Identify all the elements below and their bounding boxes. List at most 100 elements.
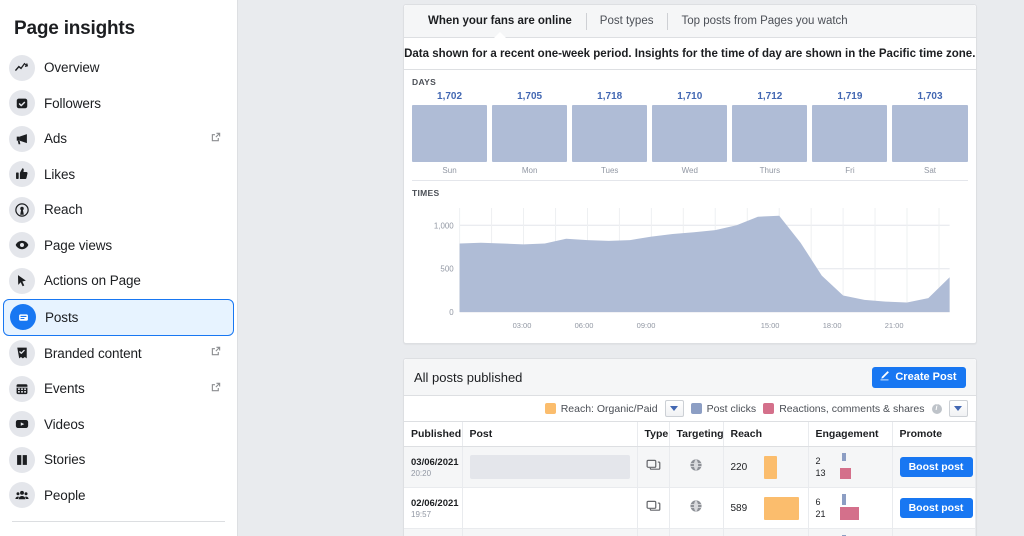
reach-value: 589	[730, 502, 748, 514]
sidebar-item-overview[interactable]: Overview	[3, 50, 234, 86]
day-bar	[412, 105, 488, 162]
tab-when-your-fans-are-online[interactable]: When your fans are online	[414, 5, 586, 39]
sidebar-item-ads[interactable]: Ads	[3, 121, 234, 157]
column-header-post[interactable]: Post	[462, 422, 638, 447]
all-posts-card: All posts published Create Post Reach: O…	[403, 358, 977, 536]
table-row[interactable]: 02/06/2021 19:57 589 6 21 Boost post	[404, 487, 976, 529]
page-insights-screen: Page insights Overview Followers Ads Likes R…	[0, 0, 1024, 536]
globe-icon	[689, 458, 703, 476]
post-clicks-value: 2	[815, 455, 821, 466]
main-content: When your fans are online Post types Top p…	[238, 0, 1024, 536]
tab-bar: When your fans are online Post types Top p…	[404, 5, 976, 39]
sidebar-item-page-views[interactable]: Page views	[3, 228, 234, 264]
external-link-icon	[210, 344, 222, 362]
reactions-bar	[839, 468, 851, 479]
table-row[interactable]: 03/06/2021 20:20 220 2 13 Boost post	[404, 446, 976, 488]
tab-post-types[interactable]: Post types	[585, 5, 668, 38]
sidebar-item-followers[interactable]: Followers	[3, 86, 234, 122]
legend-item: Reach: Organic/Paid	[544, 403, 658, 415]
cell-post[interactable]	[462, 446, 638, 488]
followers-check-icon	[9, 90, 35, 117]
day-value-label: 1,710	[677, 91, 703, 102]
sidebar-item-label: People	[44, 487, 86, 503]
legend-swatch	[690, 403, 702, 414]
sidebar-item-label: Ads	[44, 131, 67, 147]
column-header-published[interactable]: Published	[404, 422, 463, 447]
cell-promote: Boost post	[892, 487, 976, 529]
day-axis-label: Mon	[521, 166, 538, 175]
day-bar-column[interactable]: 1,703	[892, 91, 968, 162]
legend-label: Reactions, comments & shares	[779, 402, 925, 415]
sidebar-item-actions-on-page[interactable]: Actions on Page	[3, 263, 234, 299]
boost-post-button[interactable]: Boost post	[899, 457, 973, 477]
column-header-promote[interactable]: Promote	[892, 422, 976, 447]
sidebar-item-branded-content[interactable]: Branded content	[3, 336, 234, 372]
posts-table: Published Post Type Targeting Reach Engagemen…	[404, 422, 976, 536]
svg-text:0: 0	[449, 308, 454, 317]
legend-item: Post clicks	[690, 403, 756, 415]
times-x-tick-label: 06:00	[574, 321, 594, 330]
day-bar-column[interactable]: 1,719	[812, 91, 888, 162]
boost-post-button[interactable]: Boost post	[899, 498, 973, 518]
sidebar-item-label: Posts	[45, 309, 79, 325]
sidebar-item-people[interactable]: People	[3, 478, 234, 514]
sidebar: Page insights Overview Followers Ads Likes R…	[0, 0, 238, 536]
cell-published: 02/06/2021 19:57	[404, 487, 463, 529]
chevron-down-icon	[670, 406, 679, 411]
sidebar-divider	[12, 521, 225, 522]
post-clicks-bar	[841, 453, 846, 461]
days-label: DAYS	[412, 77, 437, 87]
day-value-label: 1,705	[517, 91, 543, 102]
active-tab-notch	[491, 30, 508, 39]
reach-bar	[763, 496, 799, 520]
day-bar-column[interactable]: 1,705	[492, 91, 568, 162]
sidebar-item-label: Reach	[44, 202, 83, 218]
megaphone-icon	[9, 125, 35, 152]
cell-reach: 220	[723, 446, 809, 488]
tab-top-posts-from-pages-you-watch[interactable]: Top posts from Pages you watch	[667, 5, 861, 38]
day-value-label: 1,718	[597, 91, 623, 102]
sidebar-item-videos[interactable]: Videos	[3, 407, 234, 443]
days-bars: 1,702 1,705 1,718 1,710 1,712 1,719 1,703	[412, 89, 968, 162]
create-post-label: Create Post	[895, 371, 957, 383]
day-bar	[892, 105, 968, 162]
sidebar-item-reach[interactable]: Reach	[3, 192, 234, 228]
create-post-button[interactable]: Create Post	[872, 366, 966, 388]
sidebar-item-events[interactable]: Events	[3, 371, 234, 407]
pencil-icon	[879, 370, 890, 384]
legend-dropdown-button[interactable]	[664, 400, 684, 417]
post-clicks-value: 6	[815, 496, 821, 507]
column-header-engagement[interactable]: Engagement	[808, 422, 893, 447]
day-bar-column[interactable]: 1,712	[732, 91, 808, 162]
day-bar-column[interactable]: 1,710	[652, 91, 728, 162]
sidebar-item-stories[interactable]: Stories	[3, 442, 234, 478]
day-bar	[572, 105, 648, 162]
posts-header: All posts published Create Post	[404, 359, 976, 396]
info-icon[interactable]: i	[931, 403, 942, 414]
day-bar-column[interactable]: 1,702	[412, 91, 488, 162]
legend-dropdown-button[interactable]	[948, 400, 968, 417]
engagement-values: 2 13	[816, 455, 829, 479]
info-banner: Data shown for a recent one-week period.…	[404, 38, 976, 70]
times-x-tick-label: 09:00	[636, 321, 656, 330]
day-axis-label: Tues	[600, 166, 619, 175]
times-x-axis: 03:00 06:00 09:00 15:00 18:00 21:00	[460, 320, 936, 334]
post-icon	[10, 304, 36, 330]
sidebar-item-posts[interactable]: Posts	[3, 298, 234, 336]
table-row[interactable]: 01/06/2021 18:18 473 8 14	[404, 528, 976, 536]
column-header-reach[interactable]: Reach	[723, 422, 809, 447]
column-header-targeting[interactable]: Targeting	[669, 422, 724, 447]
fans-online-card: When your fans are online Post types Top p…	[403, 4, 977, 344]
tab-label: When your fans are online	[428, 14, 572, 27]
column-header-type[interactable]: Type	[637, 422, 670, 447]
cell-post[interactable]	[462, 487, 638, 529]
day-axis-label: Sat	[924, 166, 937, 175]
day-axis-label: Thurs	[759, 166, 781, 175]
cell-engagement: 8 14	[808, 528, 893, 536]
day-bar-column[interactable]: 1,718	[572, 91, 648, 162]
post-preview-placeholder	[469, 455, 630, 479]
cell-post[interactable]	[462, 528, 638, 536]
sidebar-item-label: Followers	[44, 95, 101, 111]
cell-type	[637, 528, 670, 536]
sidebar-item-likes[interactable]: Likes	[3, 157, 234, 193]
